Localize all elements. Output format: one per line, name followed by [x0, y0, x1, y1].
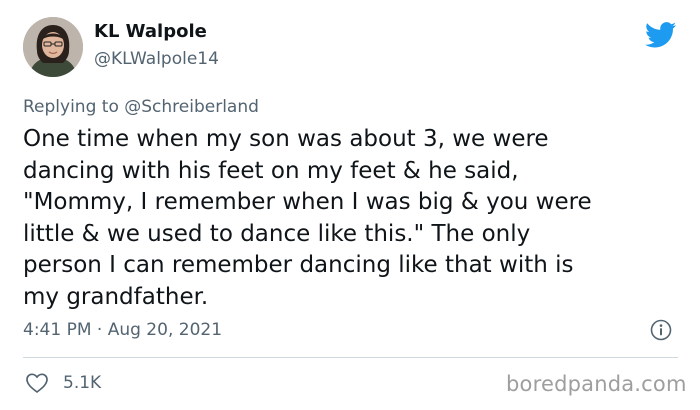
replying-to-label: Replying to — [23, 97, 125, 117]
author-display-name[interactable]: KL Walpole — [94, 21, 207, 42]
divider — [23, 357, 678, 358]
avatar[interactable] — [23, 17, 83, 77]
watermark: boredpanda.com — [506, 372, 687, 396]
heart-icon[interactable] — [25, 372, 49, 394]
tweet-text: One time when my son was about 3, we wer… — [23, 126, 592, 310]
author-handle[interactable]: @KLWalpole14 — [94, 49, 219, 69]
twitter-bird-icon[interactable] — [645, 22, 677, 48]
replying-to-line: Replying to @Schreiberland — [23, 97, 259, 117]
like-count[interactable]: 5.1K — [63, 373, 101, 393]
reply-mention-link[interactable]: @Schreiberland — [124, 97, 259, 117]
tweet-timestamp[interactable]: 4:41 PM · Aug 20, 2021 — [23, 320, 222, 340]
tweet-card: KL Walpole @KLWalpole14 Replying to @Sch… — [0, 0, 700, 410]
info-icon[interactable] — [650, 319, 672, 341]
